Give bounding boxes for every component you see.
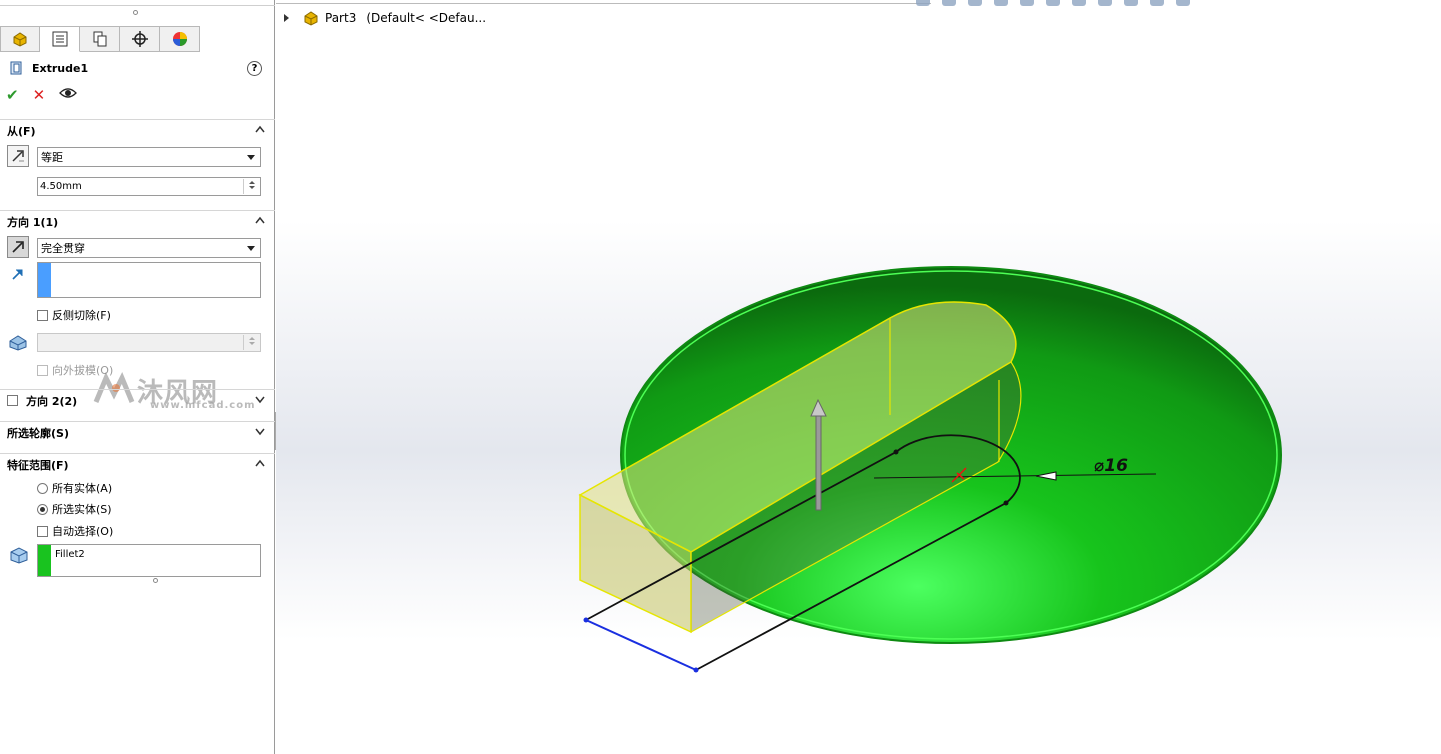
draft-icon [9, 335, 27, 351]
display-manager-icon [172, 32, 187, 46]
end-condition-select[interactable]: 完全贯穿 [37, 238, 261, 258]
from-section-header[interactable]: 从(F) [0, 119, 275, 141]
from-offset-input[interactable]: 4.50mm [37, 177, 261, 196]
property-manager-icon [52, 31, 67, 47]
checkmark-icon[interactable]: ✔ [6, 86, 19, 104]
feature-title: Extrude1 [8, 60, 88, 76]
tab-display-manager[interactable] [160, 26, 200, 52]
from-start-icon-button[interactable] [7, 145, 29, 167]
selected-contours-label: 所选轮廓(S) [7, 426, 69, 440]
feature-title-text: Extrude1 [32, 61, 89, 75]
from-type-select[interactable]: 等距 [37, 147, 261, 167]
selected-bodies-label: 所选实体(S) [52, 503, 112, 516]
feature-scope-section-header[interactable]: 特征范围(F) [0, 453, 275, 475]
reverse-direction-icon [12, 241, 24, 253]
manager-tabs [0, 26, 200, 52]
auto-select-label: 自动选择(O) [52, 525, 114, 538]
chevron-down-icon[interactable] [255, 394, 265, 404]
body-color-bar [38, 545, 51, 576]
flip-side-cut-label: 反侧切除(F) [52, 309, 111, 322]
diameter-dimension[interactable]: ⌀16 [1094, 456, 1128, 476]
configuration-manager-icon [93, 31, 106, 47]
chevron-up-icon[interactable] [255, 458, 265, 468]
chevron-up-icon[interactable] [255, 215, 265, 225]
start-condition-icon [12, 150, 24, 162]
direction-vector-list[interactable] [37, 262, 261, 298]
flip-side-cut-checkbox[interactable]: 反侧切除(F) [37, 307, 111, 323]
direction1-section-label: 方向 1(1) [7, 215, 59, 229]
direction2-checkbox[interactable] [7, 395, 18, 406]
draft-spin-buttons[interactable] [243, 335, 259, 350]
tab-dimxpert-manager[interactable] [120, 26, 160, 52]
end-condition-value: 完全贯穿 [41, 242, 85, 255]
all-bodies-label: 所有实体(A) [52, 482, 113, 495]
help-button[interactable]: ? [247, 61, 262, 76]
selected-bodies-radio[interactable]: 所选实体(S) [37, 501, 112, 517]
model-canvas[interactable]: ⌀16 [276, 0, 1441, 754]
list-resize-grip[interactable] [153, 578, 158, 583]
crosshair-icon [131, 31, 148, 47]
feature-manager-icon [13, 32, 27, 47]
tab-configuration-manager[interactable] [80, 26, 120, 52]
from-section-label: 从(F) [7, 124, 36, 138]
draft-toggle-button[interactable] [7, 331, 29, 353]
from-type-value: 等距 [41, 151, 63, 164]
selected-contours-section-header[interactable]: 所选轮廓(S) [0, 421, 275, 443]
direction-arrow-icon [12, 269, 23, 280]
sketch-point[interactable] [1003, 500, 1009, 506]
action-bar: ✔ ✕ [6, 86, 78, 104]
solid-body-icon [10, 547, 28, 564]
graphics-viewport[interactable]: Part3 (Default< <Defau... ⌀16 [276, 0, 1441, 754]
bodies-list[interactable]: Fillet2 [37, 544, 261, 577]
chevron-down-icon[interactable] [255, 426, 265, 436]
feature-scope-label: 特征范围(F) [7, 458, 69, 472]
x-icon[interactable]: ✕ [33, 86, 46, 104]
auto-select-checkbox[interactable]: 自动选择(O) [37, 523, 113, 539]
eye-icon[interactable] [59, 87, 78, 103]
chevron-down-icon [247, 155, 255, 160]
all-bodies-radio[interactable]: 所有实体(A) [37, 480, 112, 496]
direction1-section-header[interactable]: 方向 1(1) [0, 210, 275, 232]
panel-grip[interactable] [133, 10, 138, 15]
direction2-section-header[interactable]: 方向 2(2) [0, 389, 275, 411]
direction2-section-label: 方向 2(2) [26, 394, 78, 408]
extrude-feature-icon [10, 61, 22, 75]
tab-feature-manager[interactable] [0, 26, 40, 52]
draft-angle-input[interactable] [37, 333, 261, 352]
panel-top-strip [0, 0, 275, 6]
tab-property-manager[interactable] [40, 26, 80, 52]
offset-spin-buttons[interactable] [243, 179, 259, 194]
body-list-item[interactable]: Fillet2 [55, 549, 85, 560]
chevron-down-icon [247, 246, 255, 251]
reverse-direction-button[interactable] [7, 236, 29, 258]
property-manager-panel: Extrude1 ? ✔ ✕ 从(F) 等距 4.50mm 方向 1(1) 完全… [0, 0, 275, 754]
chevron-up-icon[interactable] [255, 124, 265, 134]
sketch-point[interactable] [583, 617, 589, 623]
sketch-point[interactable] [693, 667, 699, 673]
from-offset-value: 4.50mm [40, 181, 82, 192]
extrude-drag-handle[interactable] [815, 413, 822, 511]
sketch-point[interactable] [893, 449, 899, 455]
selection-color-bar [38, 263, 51, 297]
